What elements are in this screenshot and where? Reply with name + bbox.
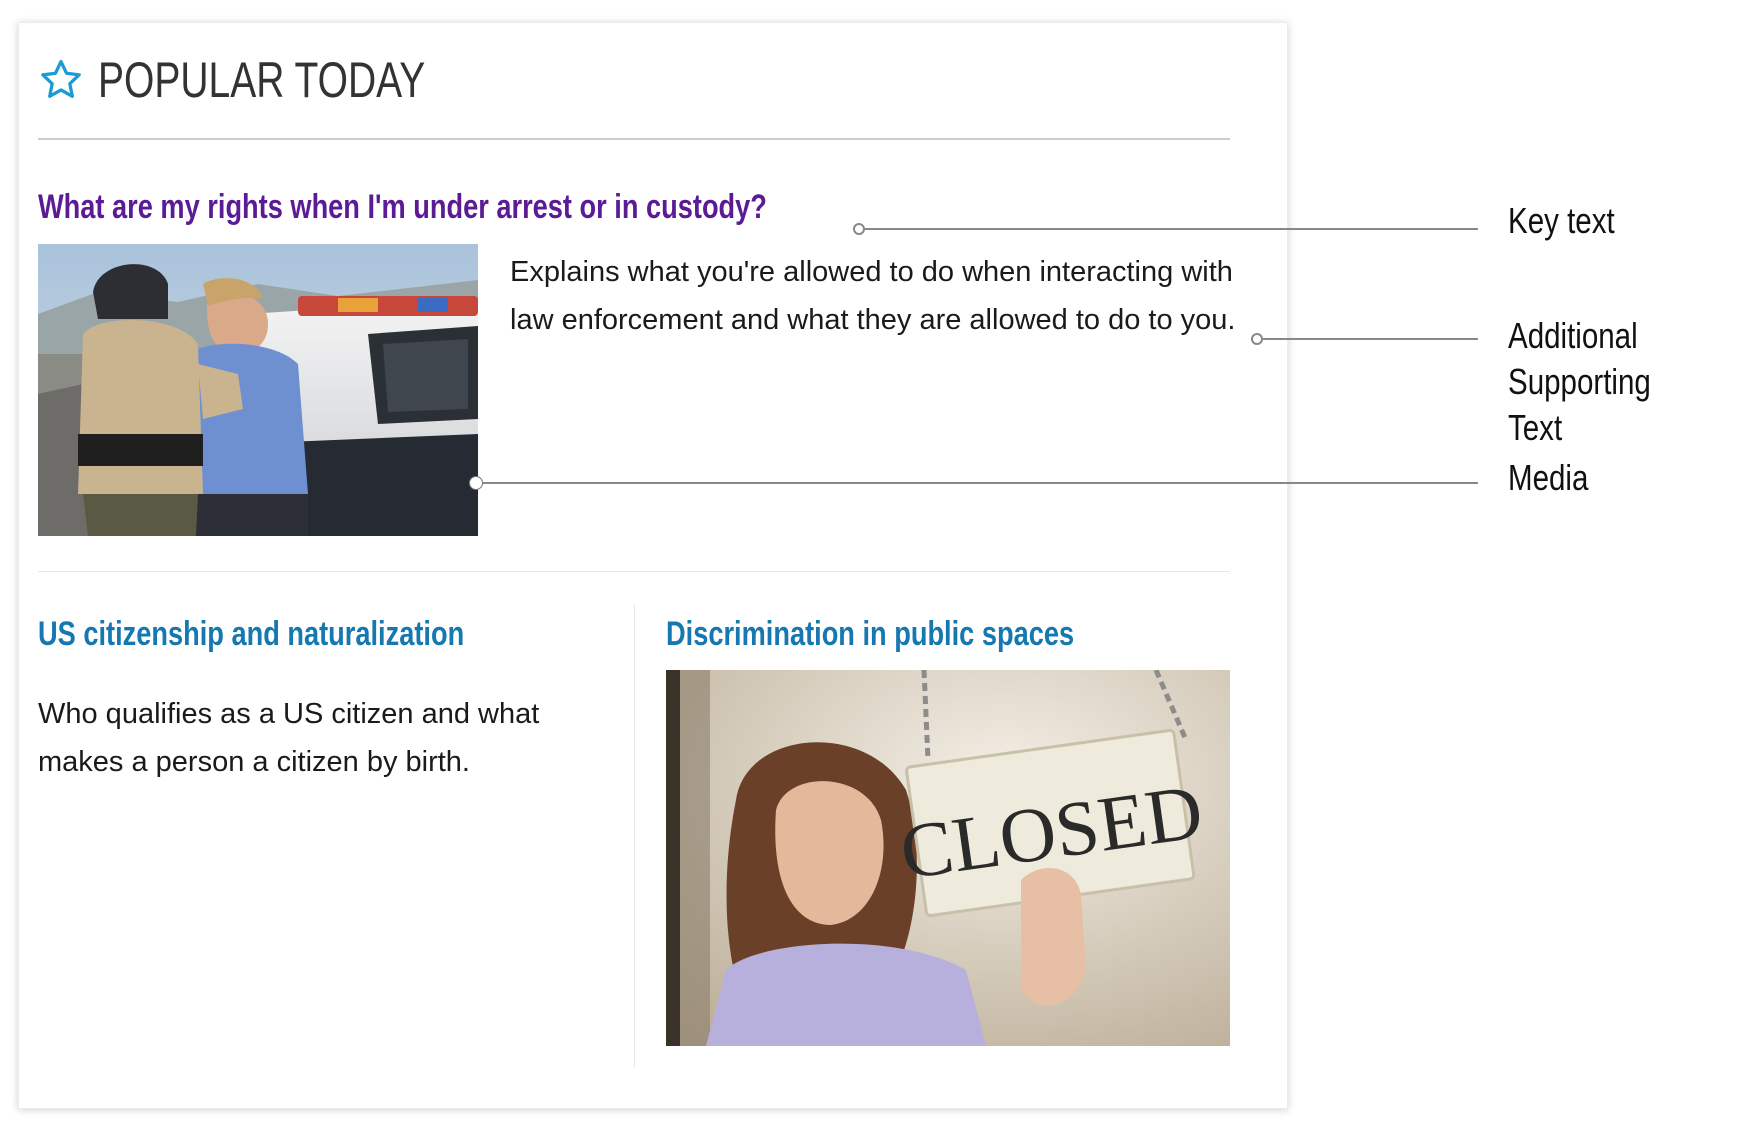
column-divider [634, 604, 635, 1068]
supporting-text-label: Additional Supporting Text [1508, 313, 1705, 451]
section-header: POPULAR TODAY [38, 50, 518, 110]
discrimination-headline-link[interactable]: Discrimination in public spaces [666, 615, 1074, 654]
header-divider [38, 138, 1230, 140]
key-text-callout-line [862, 228, 1478, 230]
closed-sign-photo[interactable]: CLOSED [666, 670, 1230, 1046]
media-callout-dot [470, 477, 482, 489]
police-arrest-photo[interactable] [38, 244, 478, 536]
citizenship-description: Who qualifies as a US citizen and what m… [38, 698, 540, 778]
supporting-text-callout-dot [1251, 333, 1263, 345]
feature-headline-link[interactable]: What are my rights when I'm under arrest… [38, 188, 767, 227]
media-callout-line [481, 482, 1478, 484]
section-divider [38, 571, 1230, 572]
star-icon [38, 57, 84, 103]
supporting-text-label-text: Additional Supporting Text [1508, 315, 1651, 448]
media-label: Media [1508, 457, 1589, 498]
key-text-callout-dot [853, 223, 865, 235]
key-text-label: Key text [1508, 200, 1615, 241]
citizenship-headline-link[interactable]: US citizenship and naturalization [38, 615, 464, 654]
section-title: POPULAR TODAY [98, 52, 426, 108]
feature-description: Explains what you're allowed to do when … [510, 256, 1236, 336]
supporting-text-callout-line [1263, 338, 1478, 340]
